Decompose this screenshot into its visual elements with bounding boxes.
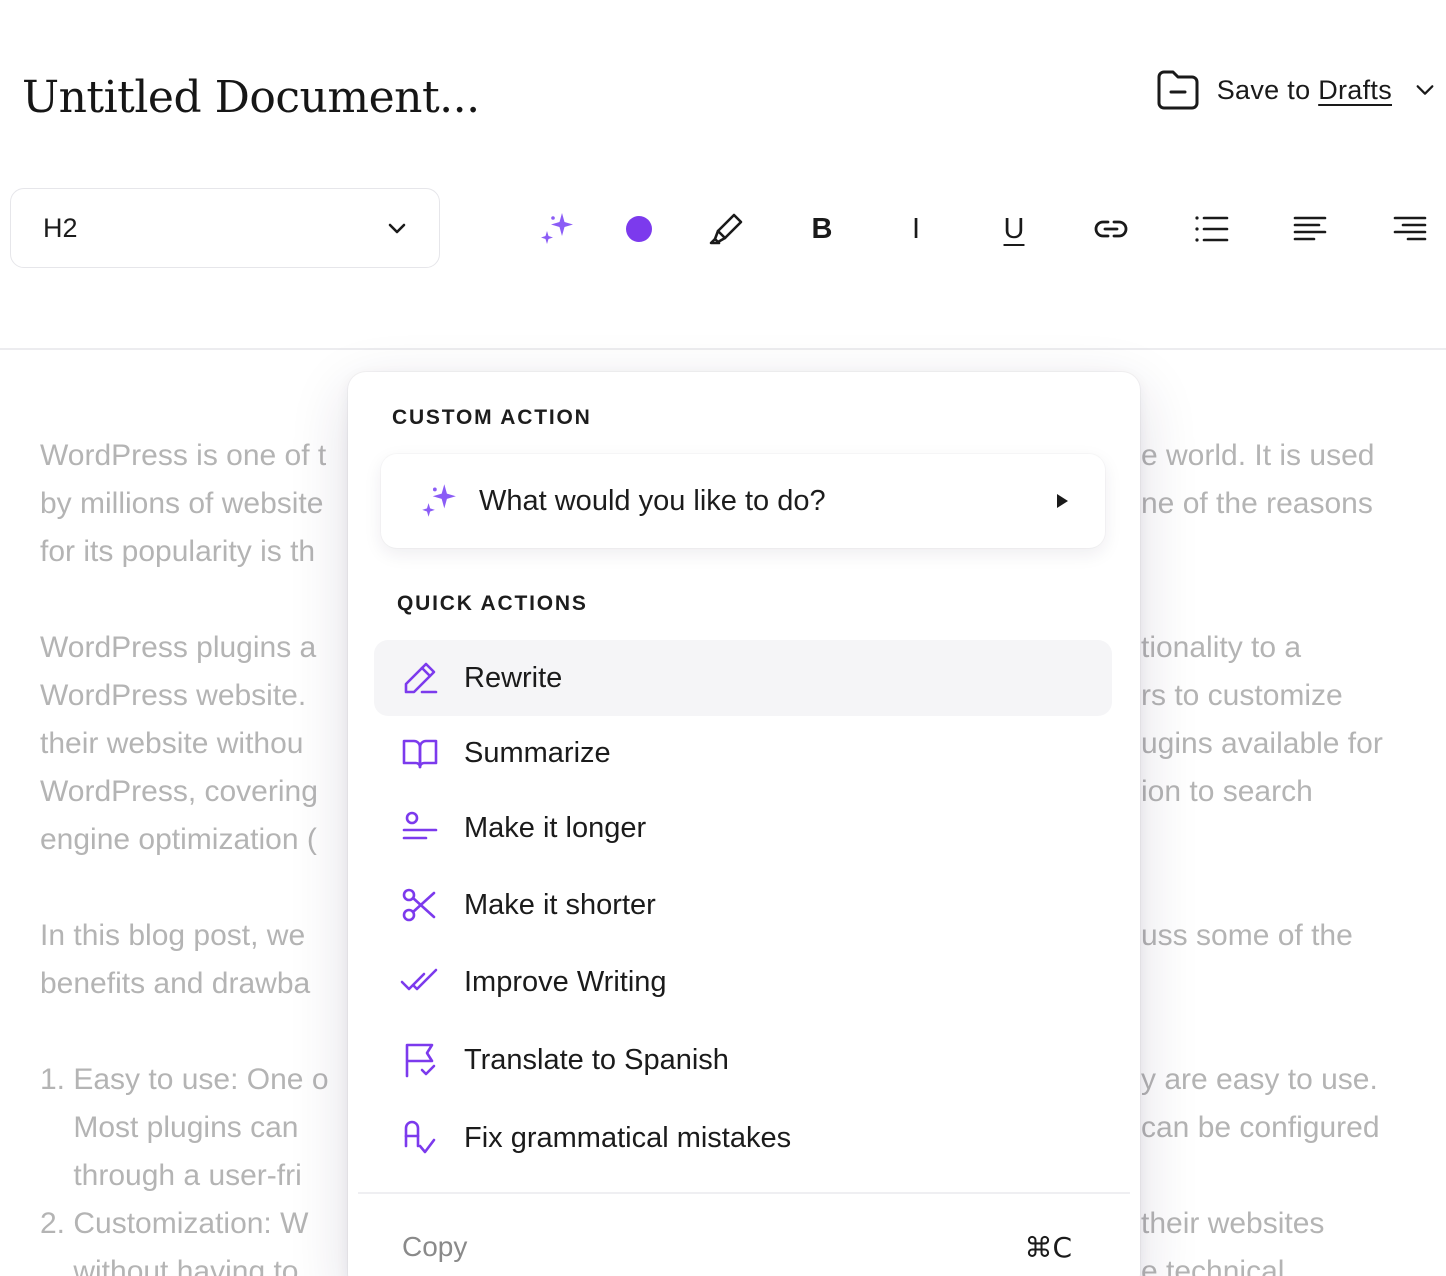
ai-actions-menu: CUSTOM ACTION What would you like to do?…	[348, 372, 1140, 1276]
action-make-longer[interactable]: Make it longer	[374, 790, 1112, 866]
editor-line: their websites	[1141, 1207, 1325, 1240]
editor-text-left: WordPress is one of t by millions of webs…	[40, 432, 348, 1276]
align-left-icon	[1293, 216, 1327, 241]
editor-line: without having to	[40, 1255, 299, 1276]
editor-line: engine optimization (	[40, 823, 317, 856]
action-improve-writing[interactable]: Improve Writing	[374, 944, 1112, 1020]
save-label: Save to Drafts	[1216, 74, 1392, 105]
highlighter-icon	[709, 213, 743, 245]
book-open-icon	[402, 739, 438, 769]
editor-line: WordPress plugins a	[40, 631, 317, 664]
editor-line: benefits and drawba	[40, 967, 311, 1000]
editor-line: e world. It is used	[1141, 439, 1375, 472]
editor-line: ugins available for	[1141, 727, 1383, 760]
folder-icon	[1157, 70, 1199, 110]
custom-action-input[interactable]: What would you like to do?	[381, 454, 1105, 548]
underline-button[interactable]: U	[990, 205, 1038, 253]
spell-check-icon	[404, 1120, 436, 1154]
action-label: Make it longer	[464, 811, 647, 844]
copy-label: Copy	[402, 1231, 468, 1262]
editor-text-right: e world. It is used ne of the reasons tion…	[1141, 432, 1441, 1276]
sparkle-icon	[541, 213, 573, 244]
editor-line: WordPress, covering	[40, 775, 318, 808]
editor-line: tionality to a	[1141, 631, 1302, 664]
flag-icon	[405, 1043, 436, 1078]
editor-line: Most plugins can	[40, 1111, 299, 1144]
editor-line: for its popularity is th	[40, 535, 316, 568]
link-icon	[1094, 220, 1128, 238]
editor-line: WordPress website.	[40, 679, 307, 712]
italic-icon: I	[911, 212, 921, 245]
editor-line: uss some of the	[1141, 919, 1353, 952]
editor-line: In this blog post, we	[40, 919, 306, 952]
save-to-drafts-button[interactable]: Save to Drafts	[1155, 64, 1436, 116]
quick-actions-heading: QUICK ACTIONS	[397, 592, 588, 615]
align-left-button[interactable]	[1286, 205, 1334, 253]
action-label: Summarize	[464, 736, 611, 769]
link-button[interactable]	[1087, 205, 1135, 253]
action-label: Improve Writing	[464, 965, 667, 998]
editor-line: 2. Customization: W	[40, 1207, 309, 1240]
italic-button[interactable]: I	[892, 205, 940, 253]
document-title[interactable]: Untitled Document...	[22, 72, 480, 123]
editor-line: ne of the reasons	[1141, 487, 1373, 520]
custom-action-placeholder: What would you like to do?	[479, 484, 826, 517]
editor-line: e technical	[1141, 1255, 1285, 1276]
align-right-icon	[1393, 216, 1427, 241]
highlight-button[interactable]	[702, 205, 750, 253]
chevron-down-icon	[388, 223, 406, 234]
action-fix-grammar[interactable]: Fix grammatical mistakes	[374, 1100, 1112, 1176]
copy-action[interactable]: Copy ⌘C	[374, 1212, 1112, 1276]
double-check-icon	[400, 968, 438, 991]
editor-line: ion to search	[1141, 775, 1313, 808]
action-make-shorter[interactable]: Make it shorter	[374, 867, 1112, 943]
text-color-button[interactable]	[615, 205, 663, 253]
color-swatch-icon	[626, 216, 652, 242]
editor-line: 1. Easy to use: One o	[40, 1063, 329, 1096]
align-right-button[interactable]	[1386, 205, 1434, 253]
action-label: Fix grammatical mistakes	[464, 1121, 792, 1154]
editor-line: rs to customize	[1141, 679, 1343, 712]
heading-level-select[interactable]: H2	[10, 188, 440, 268]
expand-text-icon	[402, 811, 438, 840]
editor-line: through a user-fri	[40, 1159, 302, 1192]
underline-icon: U	[1003, 212, 1025, 245]
custom-action-heading: CUSTOM ACTION	[392, 406, 592, 429]
action-translate-spanish[interactable]: Translate to Spanish	[374, 1022, 1112, 1098]
editor-line: can be configured	[1141, 1111, 1380, 1144]
action-rewrite[interactable]: Rewrite	[374, 640, 1112, 716]
menu-divider	[358, 1192, 1130, 1194]
bold-icon: B	[811, 212, 833, 245]
scissors-icon	[402, 888, 436, 922]
editor-line: their website withou	[40, 727, 304, 760]
sparkle-icon	[422, 484, 456, 517]
editor-line: by millions of website	[40, 487, 324, 520]
bold-button[interactable]: B	[798, 205, 846, 253]
chevron-down-icon[interactable]	[1414, 79, 1436, 101]
heading-level-value: H2	[43, 212, 78, 243]
ai-sparkle-button[interactable]	[532, 205, 580, 253]
pencil-icon	[404, 662, 438, 694]
bullet-list-icon	[1195, 216, 1229, 242]
action-summarize[interactable]: Summarize	[374, 715, 1112, 791]
bullet-list-button[interactable]	[1187, 205, 1235, 253]
copy-shortcut: ⌘C	[1024, 1230, 1072, 1264]
action-label: Make it shorter	[464, 888, 656, 921]
action-label: Rewrite	[464, 661, 563, 694]
action-label: Translate to Spanish	[464, 1043, 729, 1076]
editor-line: y are easy to use.	[1141, 1063, 1378, 1096]
editor-line: WordPress is one of t	[40, 439, 327, 472]
caret-right-icon[interactable]	[1053, 492, 1071, 510]
